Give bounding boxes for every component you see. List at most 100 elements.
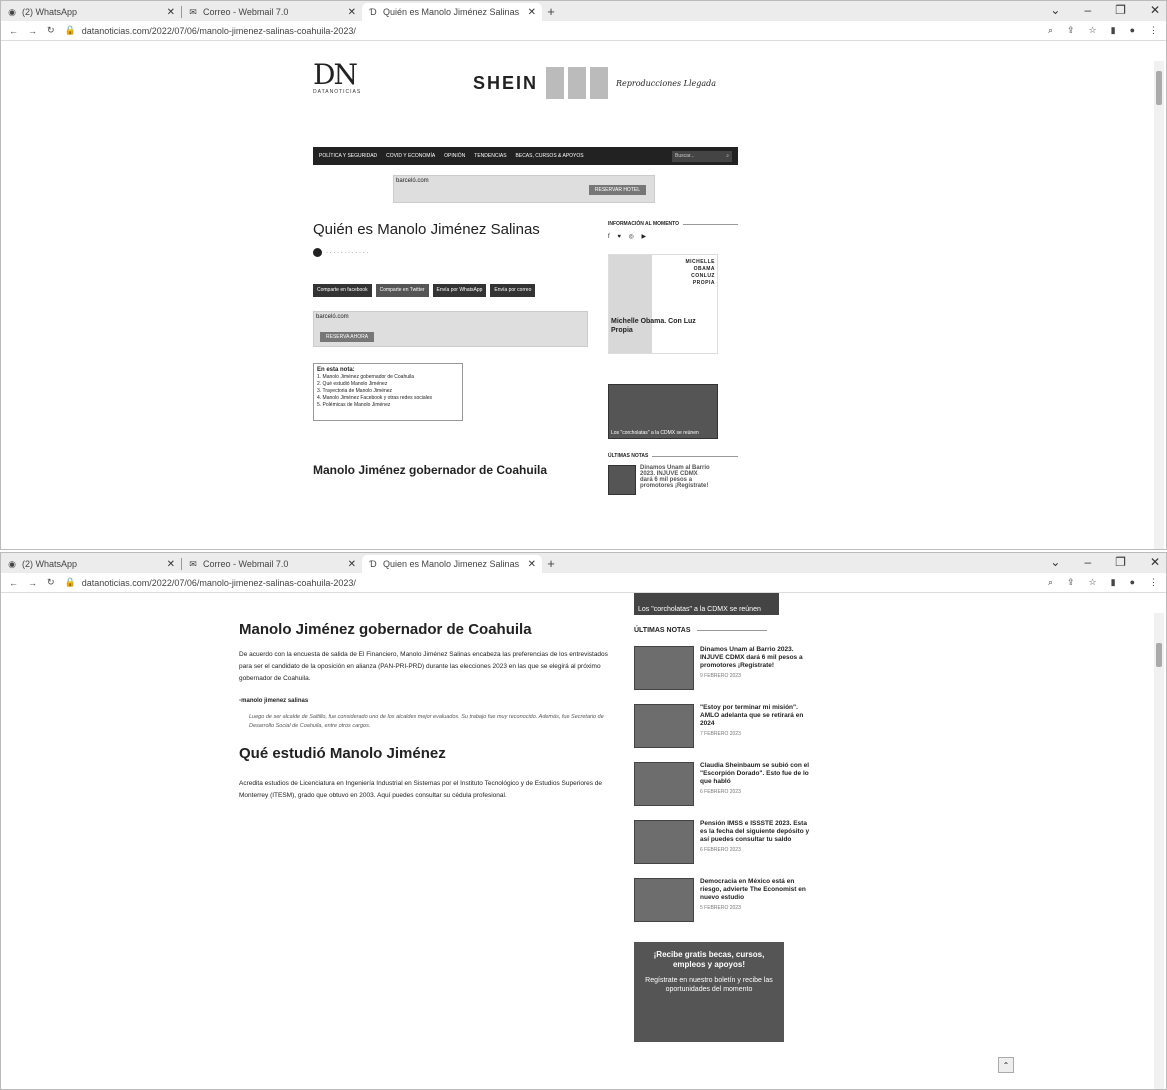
zoom-icon[interactable]: ⌕ (1048, 577, 1053, 588)
close-window-button[interactable]: ✕ (1150, 555, 1160, 569)
tab-search-icon[interactable]: ⌄ (1050, 555, 1060, 569)
toc-link[interactable]: 4. Manolo Jiménez Facebook y otras redes… (317, 395, 459, 402)
toc-link[interactable]: 5. Polémicas de Manolo Jiménez (317, 402, 459, 409)
nav-item[interactable]: POLÍTICA Y SEGURIDAD (319, 153, 377, 159)
menu-icon[interactable]: ⋮ (1149, 577, 1158, 588)
nav-item[interactable]: BECAS, CURSOS & APOYOS (516, 153, 584, 159)
share-facebook-button[interactable]: Comparte en facebook (313, 284, 372, 297)
share-bar: Comparte en facebook Comparte en Twitter… (313, 284, 536, 297)
sidebar-heading: ÚLTIMAS NOTAS (634, 627, 824, 634)
search-input[interactable]: Buscar... ⌕ (672, 150, 732, 162)
tab-webmail[interactable]: ✉ Correo - Webmail 7.0 ✕ (182, 3, 362, 21)
tab-whatsapp[interactable]: ◉ (2) WhatsApp ✕ (1, 3, 181, 21)
news-title[interactable]: "Estoy por terminar mi misión". AMLO ade… (700, 704, 803, 727)
list-item[interactable]: Dinamos Unam al Barrio 2023. INJUVE CDMX… (608, 465, 738, 495)
star-icon[interactable]: ☆ (1089, 25, 1097, 36)
news-title[interactable]: Claudia Sheinbaum se subió con el "Escor… (700, 762, 809, 785)
share-icon[interactable]: ⇪ (1067, 25, 1075, 36)
close-icon[interactable]: ✕ (167, 7, 175, 18)
tab-title: Quien es Manolo Jimenez Salinas (383, 559, 520, 569)
toc-link[interactable]: 2. Qué estudió Manolo Jiménez (317, 381, 459, 388)
close-window-button[interactable]: ✕ (1150, 3, 1160, 17)
banner-cta[interactable]: RESERVAR HOTEL (588, 185, 646, 195)
share-icon[interactable]: ⇪ (1067, 577, 1075, 588)
scrollbar[interactable] (1154, 61, 1164, 549)
news-title[interactable]: Dinamos Unam al Barrio 2023. INJUVE CDMX… (700, 646, 803, 669)
share-twitter-button[interactable]: Comparte en Twitter (375, 284, 429, 297)
menu-icon[interactable]: ⋮ (1149, 25, 1158, 36)
back-icon[interactable]: ← (9, 26, 18, 36)
list-item[interactable]: Democracia en México está en riesgo, adv… (634, 878, 824, 924)
scrollbar-thumb[interactable] (1156, 643, 1162, 667)
thumb-caption: Los "corcholatas" a la CDMX se reúnen (638, 606, 761, 613)
new-tab-button[interactable]: + (542, 556, 560, 571)
list-item[interactable]: "Estoy por terminar mi misión". AMLO ade… (634, 704, 824, 750)
profile-icon[interactable]: ● (1130, 577, 1135, 588)
inline-banner-ad[interactable]: barceló.com RESERVA AHORA (313, 311, 588, 347)
news-thumb (634, 704, 694, 748)
list-item[interactable]: Dinamos Unam al Barrio 2023. INJUVE CDMX… (634, 646, 824, 692)
zoom-icon[interactable]: ⌕ (1048, 25, 1053, 36)
forward-icon[interactable]: → (28, 26, 37, 36)
sidepanel-icon[interactable]: ▮ (1111, 25, 1116, 36)
tab-webmail[interactable]: ✉ Correo - Webmail 7.0 ✕ (182, 555, 362, 573)
nav-item[interactable]: COVID Y ECONOMÍA (386, 153, 435, 159)
window-controls: ⌄ – ❐ ✕ (1050, 3, 1160, 17)
maximize-button[interactable]: ❐ (1115, 3, 1126, 17)
url-field[interactable]: 🔒 datanoticias.com/2022/07/06/manolo-jim… (65, 577, 1038, 588)
logo-name: DATANOTICIAS (313, 89, 362, 95)
reload-icon[interactable]: ↻ (47, 577, 55, 588)
profile-icon[interactable]: ● (1130, 25, 1135, 36)
tab-datanoticias[interactable]: Ɗ Quien es Manolo Jimenez Salinas ✕ (362, 555, 542, 573)
toc-link[interactable]: 3. Trayectoria de Manolo Jiménez (317, 388, 459, 395)
promo-michelle[interactable]: MICHELLE OBAMA CONLUZ PROPIA Michelle Ob… (608, 254, 718, 354)
close-icon[interactable]: ✕ (348, 7, 356, 18)
list-item[interactable]: Claudia Sheinbaum se subió con el "Escor… (634, 762, 824, 808)
banner-cta[interactable]: RESERVA AHORA (320, 332, 375, 342)
tab-datanoticias[interactable]: Ɗ Quién es Manolo Jiménez Salinas ✕ (362, 3, 542, 21)
social-icons[interactable]: f ♥ ◎ ▶ (608, 233, 738, 240)
close-icon[interactable]: ✕ (528, 559, 536, 570)
close-icon[interactable]: ✕ (167, 559, 175, 570)
scroll-to-top-button[interactable]: ⌃ (998, 1057, 1014, 1073)
maximize-button[interactable]: ❐ (1115, 555, 1126, 569)
url-field[interactable]: 🔒 datanoticias.com/2022/07/06/manolo-jim… (65, 25, 1038, 36)
tab-search-icon[interactable]: ⌄ (1050, 3, 1060, 17)
news-date: 6 FEBRERO 2023 (700, 847, 741, 853)
image-alt-text: manolo jimenez salinas (241, 698, 309, 704)
news-thumb[interactable]: Los "corcholatas" a la CDMX se reúnen (608, 384, 718, 439)
tab-title: Correo - Webmail 7.0 (203, 559, 289, 569)
scrollbar[interactable] (1154, 613, 1164, 1089)
new-tab-button[interactable]: + (542, 4, 560, 19)
toc-link[interactable]: 1. Manolo Jiménez gobernador de Coahuila (317, 374, 459, 381)
star-icon[interactable]: ☆ (1089, 577, 1097, 588)
sidepanel-icon[interactable]: ▮ (1111, 577, 1116, 588)
ad-signature: Reproducciones Llegada (616, 78, 717, 88)
reload-icon[interactable]: ↻ (47, 25, 55, 36)
news-thumb[interactable]: Los "corcholatas" a la CDMX se reúnen (634, 593, 779, 615)
news-title[interactable]: Pensión IMSS e ISSSTE 2023. Esta es la f… (700, 820, 809, 843)
tab-whatsapp[interactable]: ◉ (2) WhatsApp ✕ (1, 555, 181, 573)
nav-item[interactable]: TENDENCIAS (474, 153, 506, 159)
news-title[interactable]: Democracia en México está en riesgo, adv… (700, 878, 806, 901)
search-icon[interactable]: ⌕ (726, 153, 729, 160)
close-icon[interactable]: ✕ (528, 7, 536, 18)
close-icon[interactable]: ✕ (348, 559, 356, 570)
site-logo[interactable]: DN DATANOTICIAS (313, 61, 373, 101)
newsletter-promo[interactable]: ¡Recibe gratis becas, cursos, empleos y … (634, 942, 784, 1042)
nav-item[interactable]: OPINIÓN (444, 153, 465, 159)
banner-ad[interactable]: barceló.com RESERVAR HOTEL (393, 175, 655, 203)
broken-image: ▫manolo jimenez salinas (239, 698, 309, 704)
news-thumb (634, 762, 694, 806)
share-whatsapp-button[interactable]: Envía por WhatsApp (432, 284, 487, 297)
forward-icon[interactable]: → (28, 578, 37, 588)
main-nav: POLÍTICA Y SEGURIDAD COVID Y ECONOMÍA OP… (313, 147, 738, 165)
share-email-button[interactable]: Envía por correo (490, 284, 536, 297)
back-icon[interactable]: ← (9, 578, 18, 588)
header-ad[interactable]: SHEIN Reproducciones Llegada (473, 65, 738, 101)
mail-icon: ✉ (189, 558, 197, 569)
scrollbar-thumb[interactable] (1156, 71, 1162, 105)
minimize-button[interactable]: – (1084, 3, 1091, 17)
minimize-button[interactable]: – (1084, 555, 1091, 569)
list-item[interactable]: Pensión IMSS e ISSSTE 2023. Esta es la f… (634, 820, 824, 866)
